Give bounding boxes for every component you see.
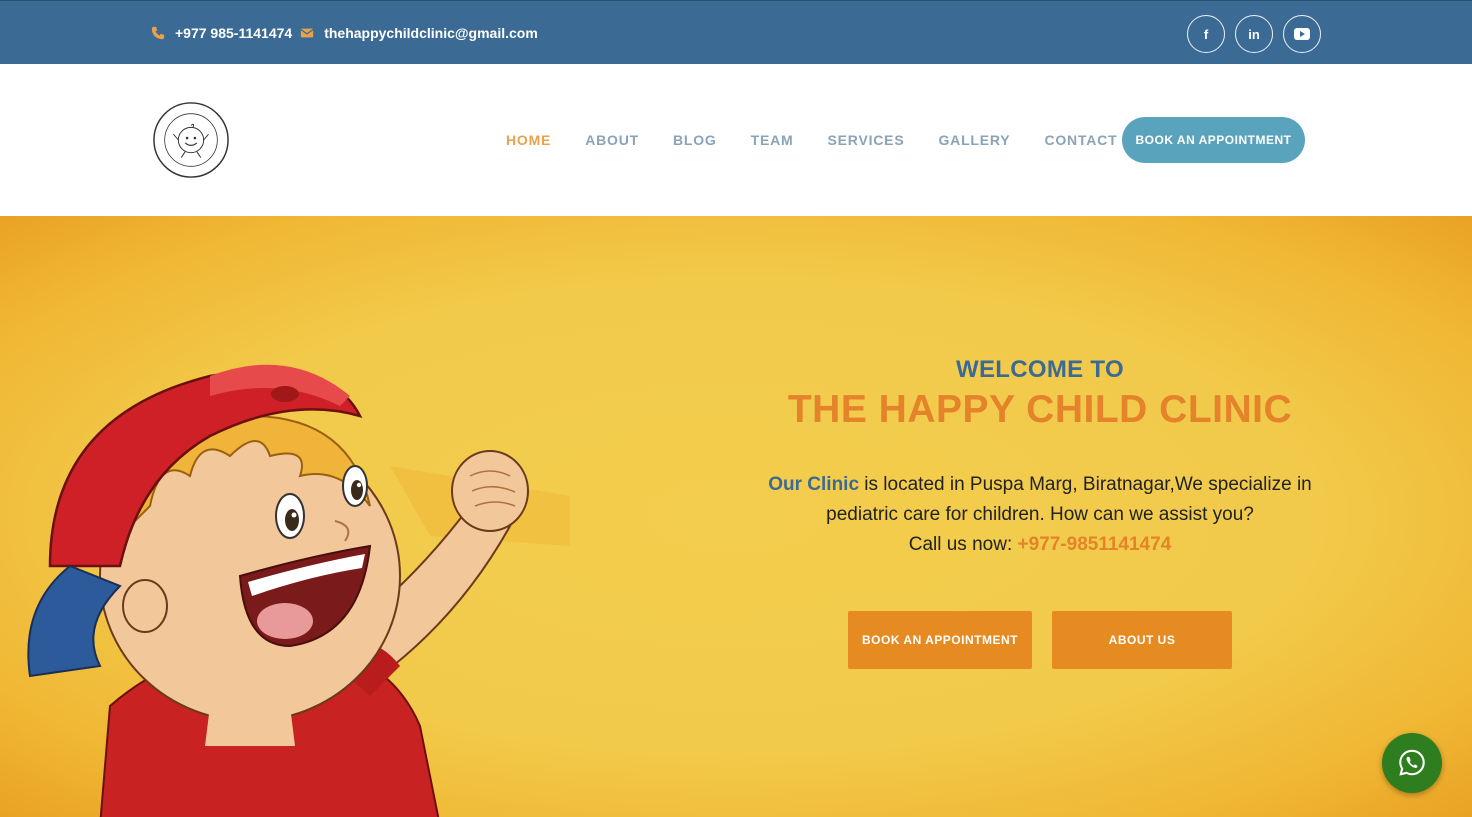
about-us-button[interactable]: ABOUT US [1052,611,1232,669]
call-number[interactable]: +977-9851141474 [1018,534,1172,555]
contact-info: +977 985-1141474 thehappychildclinic@gma… [151,1,546,65]
hero-text-block: WELCOME TO THE HAPPY CHILD CLINIC Our Cl… [740,356,1340,560]
phone-number: +977 985-1141474 [175,25,293,41]
youtube-play-icon [1294,28,1310,40]
email-contact[interactable]: thehappychildclinic@gmail.com [300,25,538,41]
whatsapp-button[interactable] [1382,733,1442,793]
cartoon-boy-illustration [27,364,570,817]
nav-services[interactable]: SERVICES [828,132,905,148]
site-header: HOME ABOUT BLOG TEAM SERVICES GALLERY CO… [0,64,1472,216]
email-icon [300,28,314,38]
call-label: Call us now: [908,534,1018,555]
description-text: is located in Puspa Marg, Biratnagar,We … [826,474,1312,525]
hero-buttons: BOOK AN APPOINTMENT ABOUT US [848,611,1232,669]
email-address: thehappychildclinic@gmail.com [324,25,538,41]
whatsapp-icon [1399,749,1425,776]
book-appointment-hero-button[interactable]: BOOK AN APPOINTMENT [848,611,1032,669]
youtube-icon[interactable] [1283,15,1321,53]
social-links: f in [1187,15,1321,53]
hero-banner: WELCOME TO THE HAPPY CHILD CLINIC Our Cl… [0,216,1472,817]
nav-contact[interactable]: CONTACT [1044,132,1117,148]
phone-contact[interactable]: +977 985-1141474 [151,25,292,41]
nav-about[interactable]: ABOUT [585,132,639,148]
nav-blog[interactable]: BLOG [673,132,717,148]
welcome-heading: WELCOME TO [956,356,1124,383]
our-clinic-highlight: Our Clinic [768,474,860,495]
top-bar: +977 985-1141474 thehappychildclinic@gma… [0,0,1472,64]
clinic-logo[interactable] [152,101,230,179]
facebook-icon[interactable]: f [1187,15,1225,53]
phone-icon [151,26,165,40]
main-nav: HOME ABOUT BLOG TEAM SERVICES GALLERY CO… [489,64,1134,216]
book-appointment-header-button[interactable]: BOOK AN APPOINTMENT [1122,117,1305,163]
linkedin-icon[interactable]: in [1235,15,1273,53]
nav-team[interactable]: TEAM [751,132,794,148]
hero-description: Our Clinic is located in Puspa Marg, Bir… [740,470,1340,560]
nav-home[interactable]: HOME [506,132,551,148]
clinic-title: THE HAPPY CHILD CLINIC [787,388,1293,431]
nav-gallery[interactable]: GALLERY [938,132,1010,148]
